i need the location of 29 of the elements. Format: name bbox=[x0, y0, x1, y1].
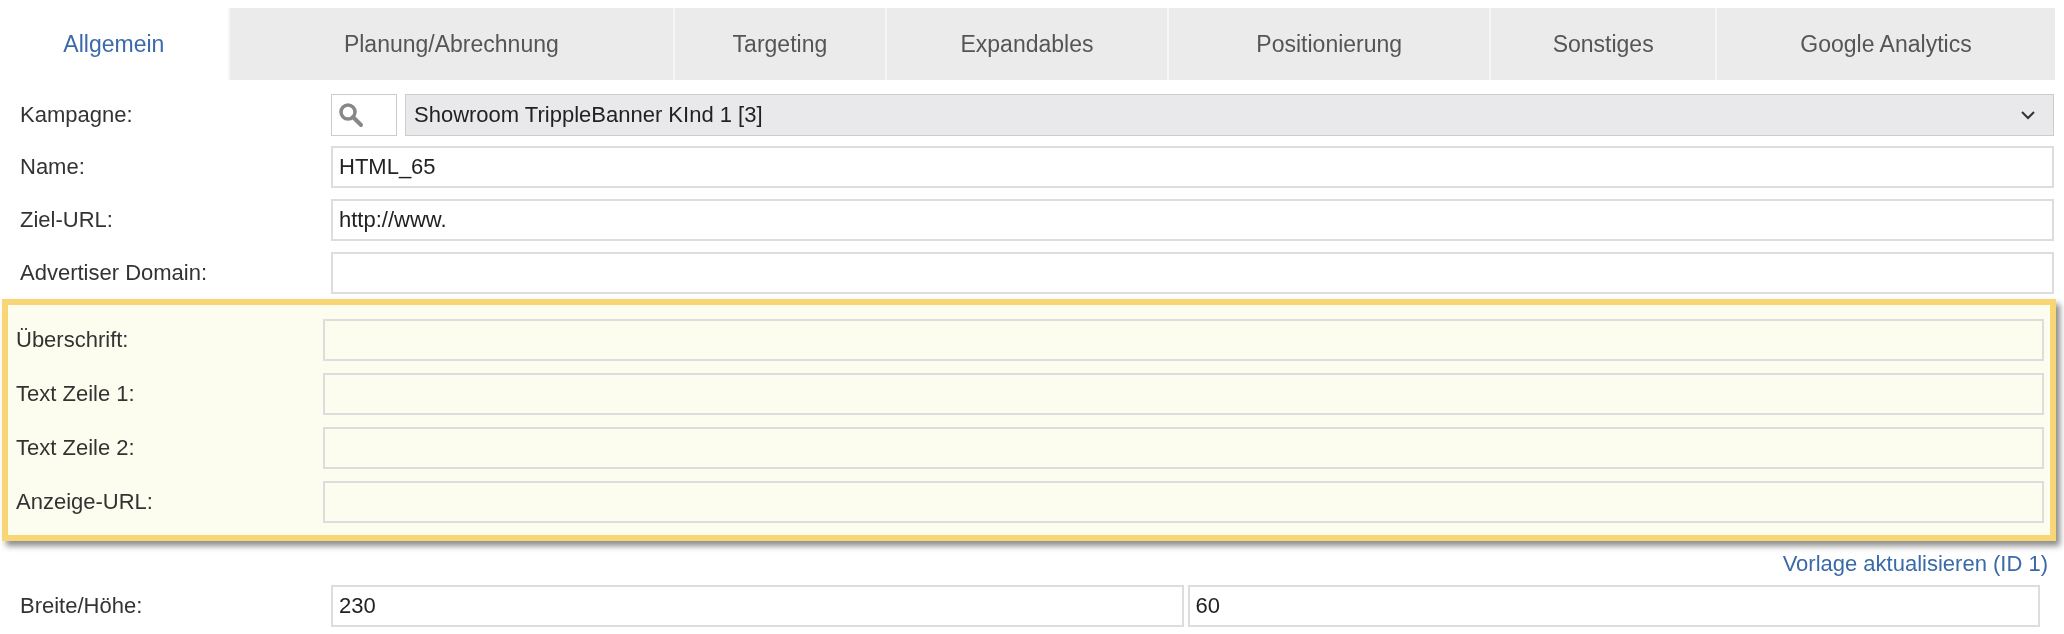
width-field[interactable]: 230 bbox=[331, 584, 1184, 627]
chevron-down-icon bbox=[2021, 110, 2035, 120]
input-field[interactable] bbox=[323, 373, 2044, 415]
field-label: Advertiser Domain: bbox=[20, 259, 209, 286]
tab[interactable]: Targeting bbox=[673, 8, 885, 80]
input-field[interactable] bbox=[323, 481, 2044, 523]
campaign-dropdown[interactable]: Showroom TrippleBanner KInd 1 [3] bbox=[405, 94, 2054, 136]
update-template-link[interactable]: Vorlage aktualisieren (ID 1) bbox=[1782, 551, 2048, 577]
input-field[interactable] bbox=[331, 251, 2054, 294]
input-field[interactable]: HTML_65 bbox=[331, 145, 2054, 188]
field-label: Anzeige-URL: bbox=[16, 489, 154, 515]
tab[interactable]: Expandables bbox=[884, 8, 1168, 80]
input-field[interactable] bbox=[323, 319, 2044, 361]
tab[interactable]: Positionierung bbox=[1167, 8, 1490, 80]
field-label: Name: bbox=[20, 153, 86, 180]
input-field[interactable] bbox=[323, 427, 2044, 469]
search-icon bbox=[338, 102, 364, 128]
field-label: Text Zeile 1: bbox=[16, 381, 136, 407]
tab[interactable]: Sonstiges bbox=[1489, 8, 1715, 80]
field-label: Überschrift: bbox=[16, 327, 130, 353]
field-label: Kampagne: bbox=[20, 102, 134, 128]
tab[interactable]: Google Analytics bbox=[1715, 8, 2055, 80]
search-button[interactable] bbox=[331, 94, 397, 136]
field-label: Ziel-URL: bbox=[20, 206, 114, 233]
field-label: Breite/Höhe: bbox=[20, 592, 144, 619]
field-label: Text Zeile 2: bbox=[16, 435, 136, 461]
input-field[interactable]: http://www. bbox=[331, 198, 2054, 241]
height-field[interactable]: 60 bbox=[1187, 584, 2040, 627]
tab[interactable]: Planung/Abrechnung bbox=[227, 8, 674, 80]
